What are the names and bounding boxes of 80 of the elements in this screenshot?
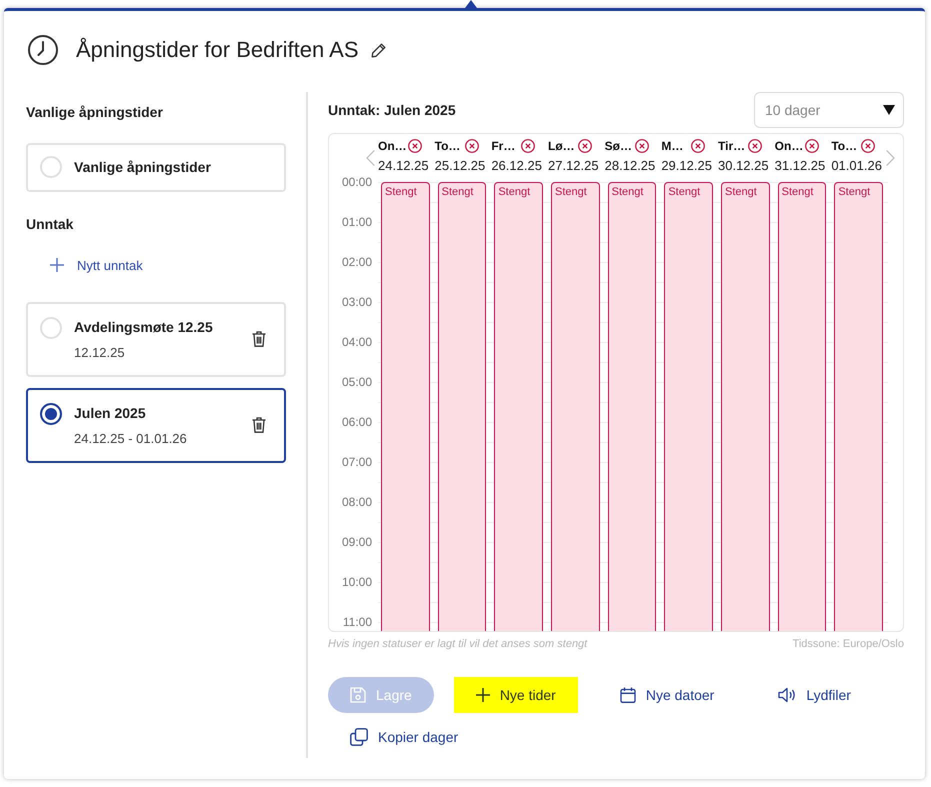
clock-icon xyxy=(28,35,58,65)
section-heading: Vanlige åpningstider xyxy=(26,103,164,122)
close-icon[interactable] xyxy=(748,139,762,153)
hour-label: 09:00 xyxy=(342,534,372,550)
trash-icon[interactable] xyxy=(252,331,266,347)
hour-label: 04:00 xyxy=(342,334,372,350)
pencil-icon[interactable] xyxy=(370,42,386,58)
date-range-text: 12.12.25 xyxy=(74,345,126,361)
hour-label: 02:00 xyxy=(342,254,372,270)
hour-label: 07:00 xyxy=(342,454,372,470)
day-date: 29.12.25 xyxy=(661,158,713,174)
day-date: 01.01.26 xyxy=(831,158,883,174)
day-name: Lø… xyxy=(548,139,575,153)
exception-card[interactable]: Avdelingsmøte 12.25 12.12.25 xyxy=(26,302,286,377)
date-range-text: 24.12.25 - 01.01.26 xyxy=(74,431,188,447)
day-name: M… xyxy=(661,139,684,153)
day-name: Fr… xyxy=(491,139,516,153)
days-dropdown[interactable]: 10 dager xyxy=(754,92,904,128)
closed-time-block[interactable]: Stengt xyxy=(551,182,600,631)
day-date: 31.12.25 xyxy=(774,158,826,174)
hour-label: 06:00 xyxy=(342,414,372,430)
close-icon[interactable] xyxy=(861,139,876,153)
caret-down-icon xyxy=(883,105,895,115)
new-dates-button[interactable]: Nye datoer xyxy=(598,677,736,713)
floppy-disk-icon xyxy=(350,687,366,703)
closed-time-block[interactable]: Stengt xyxy=(438,182,486,631)
closed-time-block[interactable]: Stengt xyxy=(494,182,543,631)
exception-title: Julen 2025 xyxy=(74,404,147,423)
closed-time-block[interactable]: Stengt xyxy=(721,182,770,631)
audio-files-button[interactable]: Lydfiler xyxy=(756,677,873,713)
day-date: 28.12.25 xyxy=(604,158,656,174)
hour-label: 00:00 xyxy=(342,174,372,190)
close-icon[interactable] xyxy=(464,139,479,153)
day-name: To… xyxy=(434,139,460,153)
calendar-title: Unntak: Julen 2025 xyxy=(328,101,456,120)
copy-icon xyxy=(350,728,368,746)
close-icon[interactable] xyxy=(408,139,422,153)
footnote-text: Hvis ingen statuser er lagt til vil det anses som stengt xyxy=(328,637,588,651)
closed-time-block[interactable]: Stengt xyxy=(834,182,883,631)
hour-label: 11:00 xyxy=(342,614,372,630)
exception-card[interactable]: Julen 2025 24.12.25 - 01.01.26 xyxy=(26,388,286,463)
day-name: On… xyxy=(774,139,804,153)
close-icon[interactable] xyxy=(691,139,706,153)
copy-days-button[interactable]: Kopier dager xyxy=(328,719,480,755)
trash-icon[interactable] xyxy=(252,417,266,433)
option-card[interactable]: Vanlige åpningstider xyxy=(26,143,286,192)
day-name: On… xyxy=(378,139,407,153)
closed-time-block[interactable]: Stengt xyxy=(664,182,713,631)
day-date: 24.12.25 xyxy=(378,158,430,174)
hour-label: 05:00 xyxy=(342,374,372,390)
exception-title: Avdelingsmøte 12.25 xyxy=(74,318,214,337)
day-date: 27.12.25 xyxy=(548,158,600,174)
page-title: Åpningstider for Bedriften AS xyxy=(76,36,358,64)
day-name: Tir… xyxy=(718,139,746,153)
day-name: Sø… xyxy=(604,139,632,153)
timezone-label: Tidssone: Europe/Oslo xyxy=(792,637,904,651)
new-times-button[interactable]: Nye tider xyxy=(454,677,578,713)
closed-time-block[interactable]: Stengt xyxy=(778,182,826,631)
option-label: Vanlige åpningstider xyxy=(74,158,212,177)
close-icon[interactable] xyxy=(634,139,649,153)
radio-button[interactable] xyxy=(40,403,62,425)
day-date: 30.12.25 xyxy=(718,158,770,174)
section-heading: Unntak xyxy=(26,215,74,234)
day-name: To… xyxy=(831,139,858,153)
close-icon[interactable] xyxy=(578,139,592,153)
day-date: 25.12.25 xyxy=(434,158,486,174)
hour-label: 03:00 xyxy=(342,294,372,310)
plus-icon xyxy=(476,688,490,702)
hour-label: 10:00 xyxy=(342,574,372,590)
new-exception-button[interactable]: Nytt unntak xyxy=(26,249,157,281)
calendar-icon xyxy=(620,687,636,703)
day-date: 26.12.25 xyxy=(491,158,543,174)
plus-icon xyxy=(50,258,64,272)
hour-label: 01:00 xyxy=(342,214,372,230)
closed-time-block[interactable]: Stengt xyxy=(381,182,430,631)
hour-label: 08:00 xyxy=(342,494,372,510)
speaker-icon xyxy=(778,687,796,703)
closed-time-block[interactable]: Stengt xyxy=(608,182,656,631)
close-icon[interactable] xyxy=(804,139,819,153)
close-icon[interactable] xyxy=(521,139,536,153)
